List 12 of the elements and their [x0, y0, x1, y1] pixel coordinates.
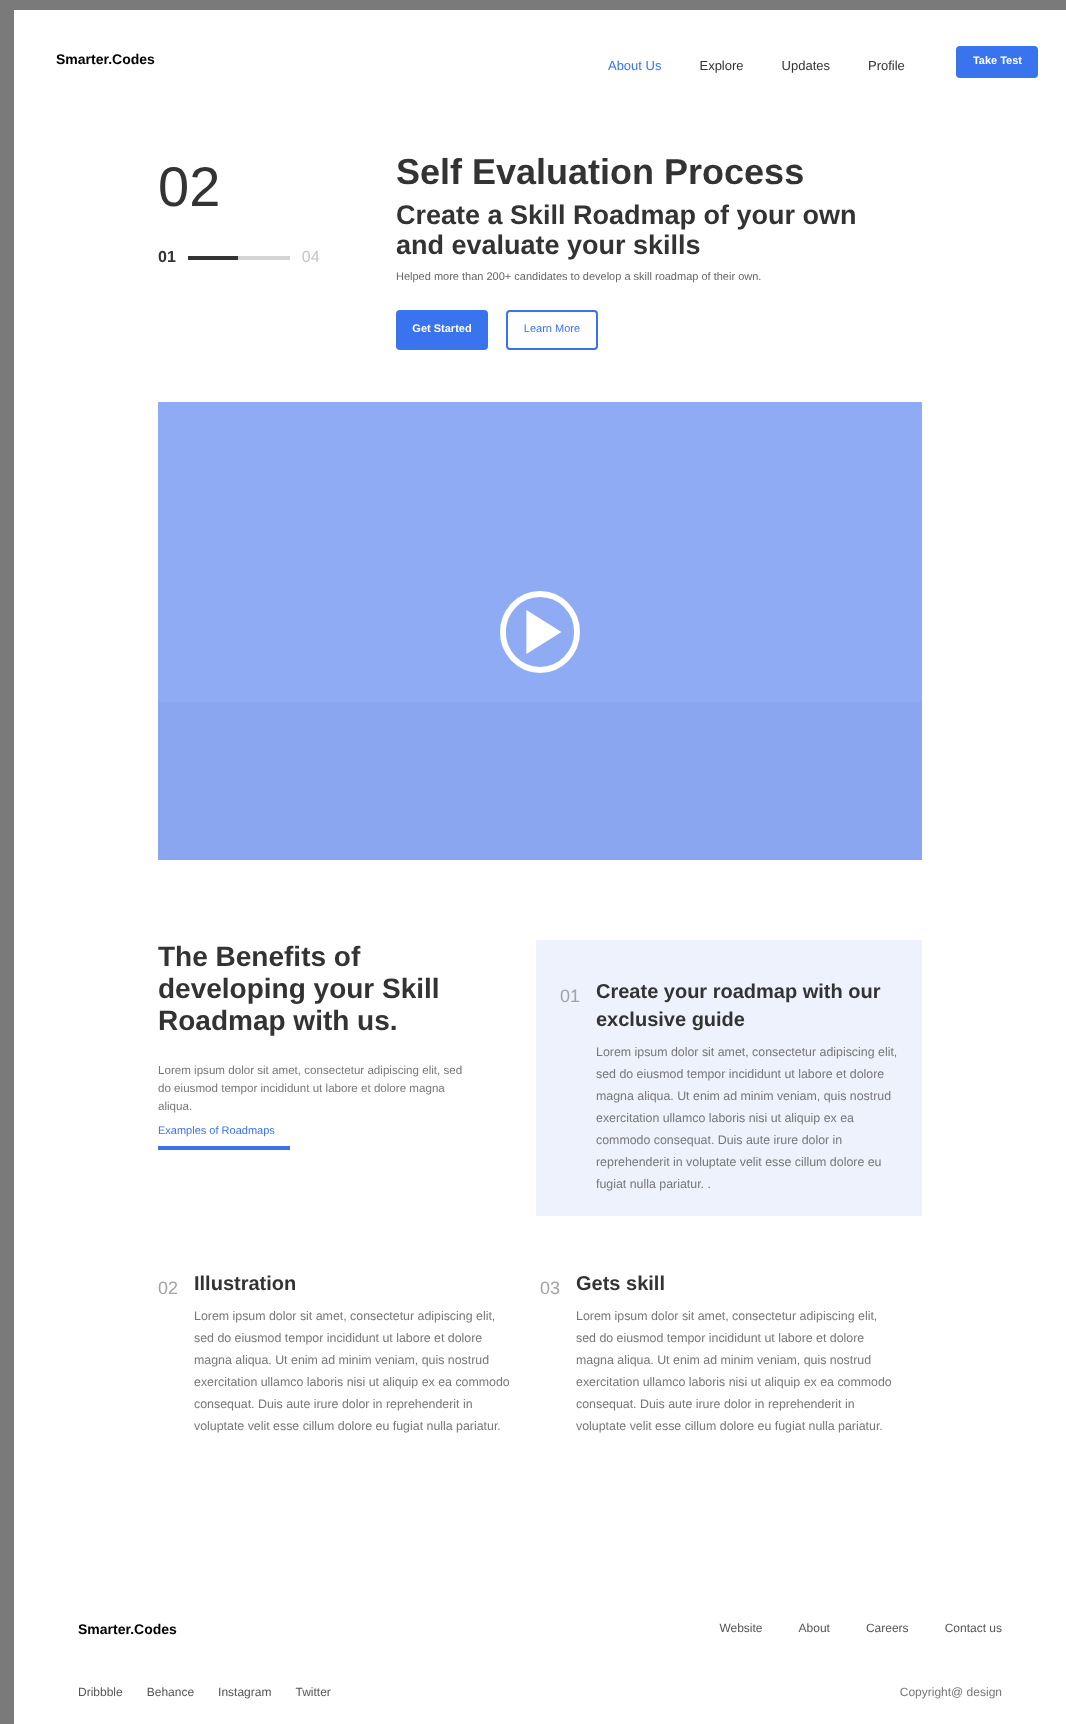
hero-title: Self Evaluation Process [396, 150, 807, 194]
feature-title: Illustration [194, 1272, 299, 1301]
feature-title: Create your roadmap with our exclusive guide [596, 980, 883, 1037]
feature-title: Gets skill [576, 1272, 667, 1301]
feature-number: 01 [560, 984, 583, 1011]
step-start: 01 [158, 246, 176, 270]
hero-subtitle: Create a Skill Roadmap of your own and evaluate your skills [396, 200, 859, 260]
feature-number: 03 [540, 1276, 563, 1303]
feature-number: 02 [158, 1276, 181, 1303]
step-number: 02 [158, 158, 223, 218]
step-end: 04 [301, 246, 320, 270]
benefits-title: The Benefits of developing your Skill Roadmap with us. [158, 940, 442, 1037]
